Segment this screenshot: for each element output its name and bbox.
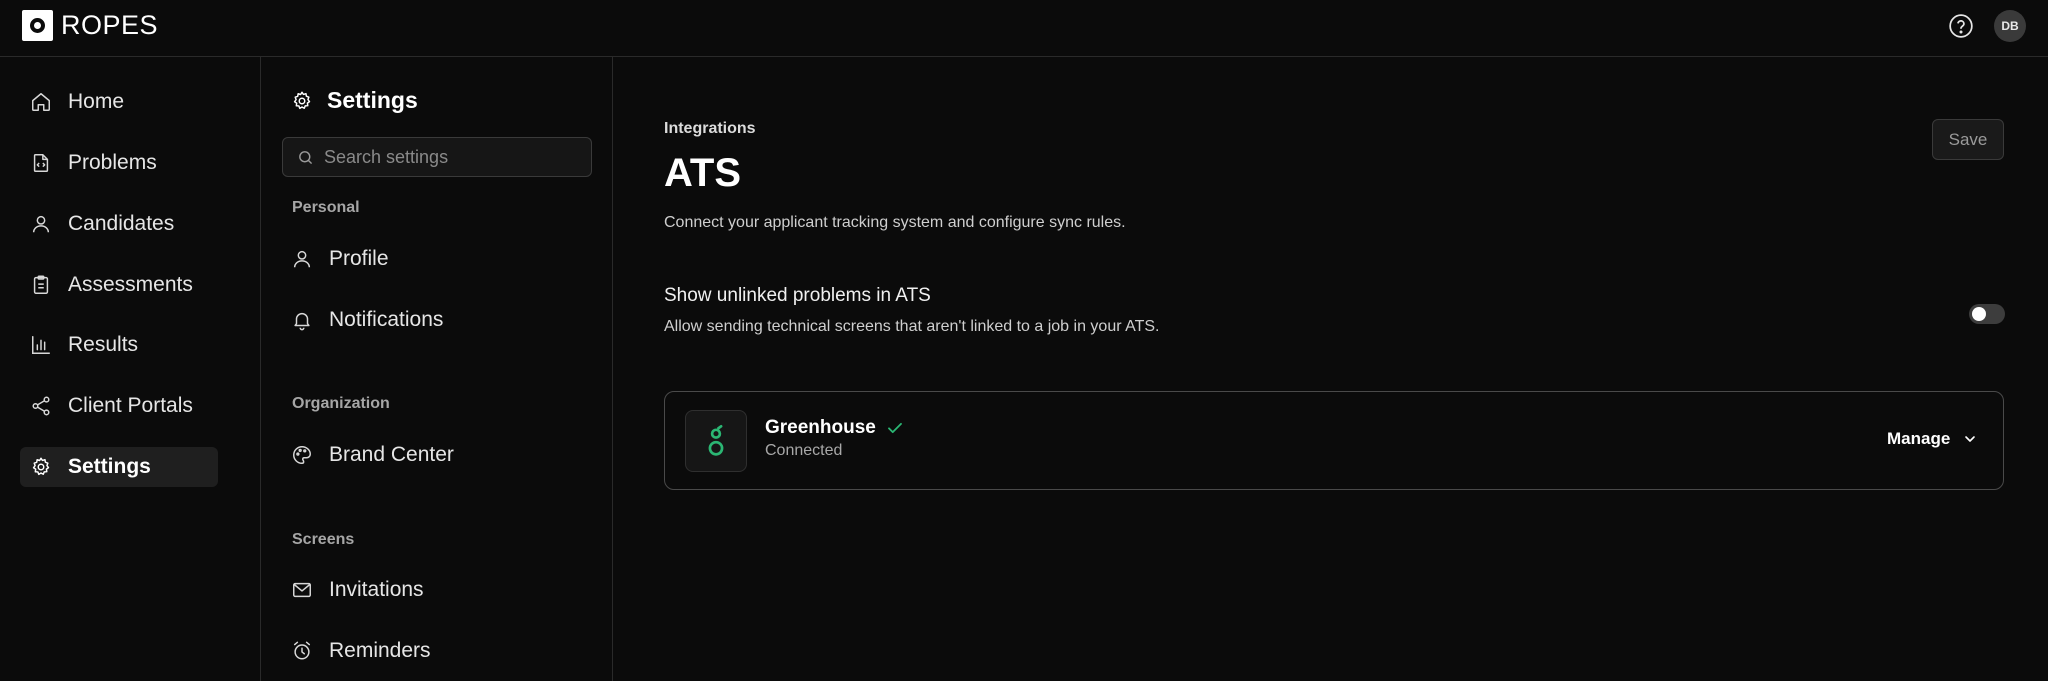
settings-item-brand-center[interactable]: Brand Center — [291, 443, 454, 467]
settings-title-text: Settings — [327, 87, 418, 113]
settings-panel: Settings Personal Profile Notifications … — [260, 57, 613, 681]
integration-card: Greenhouse Connected Manage — [664, 391, 2004, 490]
help-icon[interactable] — [1948, 13, 1974, 39]
section-label-screens: Screens — [292, 531, 355, 548]
logo-mark-icon — [22, 10, 53, 41]
chevron-down-icon — [1965, 436, 1976, 442]
integration-name: Greenhouse — [765, 417, 904, 439]
search-icon — [299, 150, 312, 164]
user-icon — [293, 250, 311, 268]
top-bar: ROPES DB — [0, 0, 2048, 57]
nav-item-label: Assessments — [68, 273, 193, 296]
toggle-knob — [1972, 307, 1986, 321]
settings-item-label: Notifications — [329, 308, 444, 331]
nav-item-label: Problems — [68, 151, 157, 174]
gear-icon — [293, 91, 311, 109]
settings-item-invitations[interactable]: Invitations — [291, 578, 424, 602]
settings-item-label: Invitations — [329, 578, 424, 601]
settings-item-label: Reminders — [329, 639, 431, 662]
bell-icon — [294, 312, 310, 331]
gear-icon — [32, 457, 50, 476]
nav-item-label: Client Portals — [68, 394, 193, 417]
page-description: Connect your applicant tracking system a… — [664, 214, 1126, 231]
greenhouse-logo — [685, 410, 747, 472]
settings-panel-title: Settings — [291, 87, 418, 114]
search-box[interactable] — [282, 137, 592, 177]
unlinked-problems-toggle[interactable] — [1969, 304, 2005, 324]
save-button[interactable]: Save — [1932, 119, 2004, 160]
nav-item-label: Home — [68, 90, 125, 113]
home-icon — [32, 93, 50, 111]
settings-item-reminders[interactable]: Reminders — [291, 639, 431, 663]
settings-item-label: Profile — [329, 247, 389, 270]
nav-item-settings[interactable]: Settings — [20, 447, 218, 487]
nav-item-problems[interactable]: Problems — [20, 143, 218, 183]
user-icon — [32, 215, 50, 233]
alarm-clock-icon — [293, 641, 311, 660]
mail-icon — [293, 582, 311, 598]
nav-item-label: Results — [68, 333, 139, 356]
page-title: ATS — [664, 151, 742, 195]
section-label-organization: Organization — [292, 395, 390, 412]
manage-label: Manage — [1887, 429, 1951, 448]
nav-item-results[interactable]: Results — [20, 325, 218, 365]
main-nav: Home Problems Candidates Assessments Res… — [0, 57, 260, 681]
nav-item-home[interactable]: Home — [20, 82, 218, 122]
app-logo[interactable]: ROPES — [22, 10, 158, 41]
palette-icon — [293, 446, 311, 464]
greenhouse-logo-icon — [708, 424, 724, 456]
integration-name-text: Greenhouse — [765, 417, 876, 438]
nav-item-assessments[interactable]: Assessments — [20, 265, 218, 305]
app-name: ROPES — [61, 10, 159, 40]
share-icon — [32, 396, 50, 416]
search-input[interactable] — [324, 146, 574, 168]
settings-item-notifications[interactable]: Notifications — [291, 308, 443, 332]
nav-item-label: Candidates — [68, 212, 175, 235]
settings-item-label: Brand Center — [329, 443, 454, 466]
nav-item-candidates[interactable]: Candidates — [20, 204, 218, 244]
nav-item-client-portals[interactable]: Client Portals — [20, 386, 218, 426]
nav-item-label: Settings — [68, 455, 151, 478]
bar-chart-icon — [32, 336, 50, 354]
section-label-personal: Personal — [292, 199, 360, 216]
user-avatar[interactable]: DB — [1994, 10, 2026, 42]
integration-status: Connected — [765, 442, 843, 459]
settings-item-profile[interactable]: Profile — [291, 247, 389, 271]
clipboard-icon — [33, 275, 49, 294]
option-title: Show unlinked problems in ATS — [664, 285, 931, 306]
manage-dropdown[interactable]: Manage — [1887, 429, 1978, 449]
main-content: Integrations ATS Connect your applicant … — [614, 57, 2048, 681]
code-file-icon — [33, 154, 49, 172]
check-icon — [887, 422, 902, 434]
option-description: Allow sending technical screens that are… — [664, 318, 1160, 335]
breadcrumb[interactable]: Integrations — [664, 120, 756, 138]
